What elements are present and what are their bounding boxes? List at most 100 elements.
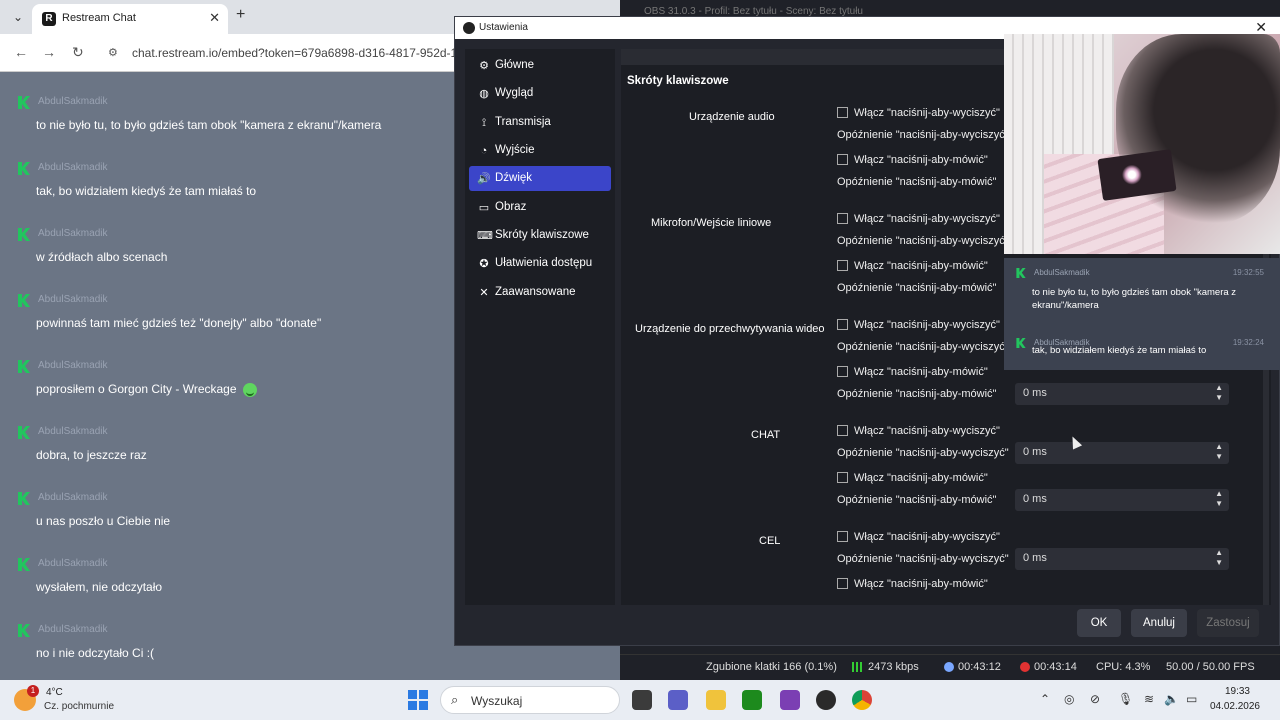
tray-muted-icon[interactable]: ⊘ — [1090, 692, 1100, 706]
overlay-time: 19:32:55 — [1232, 268, 1264, 277]
ptt-checkbox[interactable]: Włącz "naciśnij-aby-mówić" — [837, 578, 988, 594]
checkbox-box[interactable] — [837, 154, 848, 165]
chrome-icon[interactable] — [852, 690, 872, 710]
checkbox-box[interactable] — [837, 425, 848, 436]
sidebar-item-video[interactable]: ▭ Obraz — [469, 195, 611, 220]
sidebar-item-advanced[interactable]: ✕ Zaawansowane — [469, 280, 611, 305]
checkbox-box[interactable] — [837, 213, 848, 224]
restream-logo-icon — [1016, 268, 1026, 278]
url-field[interactable]: chat.restream.io/embed?token=679a6898-d3… — [132, 46, 467, 60]
tray-chevron-icon[interactable]: ⌃ — [1040, 692, 1050, 706]
spin-up-icon[interactable]: ▲ — [1215, 548, 1223, 557]
cancel-button[interactable]: Anuluj — [1131, 609, 1187, 637]
spin-up-icon[interactable]: ▲ — [1215, 442, 1223, 451]
chat-message: AbdulSakmadik dobra, to jeszcze raz — [0, 414, 454, 480]
ptm-delay-spinbox[interactable]: 0 ms ▲ ▼ — [1015, 548, 1229, 570]
ptm-checkbox[interactable]: Włącz "naciśnij-aby-wyciszyć" — [837, 531, 1000, 547]
ptt-checkbox[interactable]: Włącz "naciśnij-aby-mówić" — [837, 366, 988, 382]
sidebar-item-general[interactable]: ⚙ Główne — [469, 53, 611, 78]
clock-date[interactable]: 04.02.2026 — [1210, 701, 1260, 712]
ptt-delay-spinbox[interactable]: 0 ms ▲ ▼ — [1015, 489, 1229, 511]
spin-down-icon[interactable]: ▼ — [1215, 452, 1223, 461]
forward-icon[interactable]: → — [42, 44, 56, 60]
chat-text: powinnaś tam mieć gdzieś też "donejty" a… — [36, 316, 322, 330]
ptt-delay-label: Opóźnienie "naciśnij-aby-mówić" — [837, 176, 997, 188]
restream-logo-icon — [18, 624, 30, 637]
new-tab-icon[interactable]: + — [236, 6, 245, 24]
task-view-icon[interactable] — [632, 690, 652, 710]
ptm-delay-label: Opóźnienie "naciśnij-aby-wyciszyć" — [837, 447, 1009, 459]
group-label-video-capture: Urządzenie do przechwytywania wideo — [635, 323, 825, 335]
ptm-delay-label: Opóźnienie "naciśnij-aby-wyciszyć" — [837, 341, 1009, 353]
spin-up-icon[interactable]: ▲ — [1215, 489, 1223, 498]
brush-icon: ◍ — [479, 88, 489, 100]
overlay-text: to nie było tu, to było gdzieś tam obok … — [1032, 287, 1237, 311]
cpu-usage: CPU: 4.3% — [1096, 661, 1151, 673]
chat-text-content: poprosiłem o Gorgon City - Wreckage — [36, 382, 237, 396]
ptm-checkbox[interactable]: Włącz "naciśnij-aby-wyciszyć" — [837, 107, 1000, 123]
ptm-checkbox[interactable]: Włącz "naciśnij-aby-wyciszyć" — [837, 319, 1000, 335]
checkbox-box[interactable] — [837, 366, 848, 377]
chat-message: AbdulSakmadik powinnaś tam mieć gdzieś t… — [0, 282, 454, 348]
start-button-icon[interactable] — [408, 690, 428, 710]
checkbox-box[interactable] — [837, 107, 848, 118]
ptt-checkbox[interactable]: Włącz "naciśnij-aby-mówić" — [837, 472, 988, 488]
ptt-checkbox[interactable]: Włącz "naciśnij-aby-mówić" — [837, 154, 988, 170]
sidebar-item-output[interactable]: ◔ Wyjście — [469, 138, 611, 163]
ok-button[interactable]: OK — [1077, 609, 1121, 637]
spin-down-icon[interactable]: ▼ — [1215, 499, 1223, 508]
xbox-icon[interactable] — [742, 690, 762, 710]
site-info-icon[interactable]: ⚙ — [108, 46, 122, 60]
sidebar-item-audio[interactable]: 🔊 Dźwięk — [469, 166, 611, 191]
microphone-icon[interactable]: 🎙 — [1118, 692, 1133, 706]
volume-icon[interactable]: 🔈 — [1164, 692, 1179, 706]
reload-icon[interactable]: ↻ — [72, 44, 84, 61]
file-explorer-icon[interactable] — [706, 690, 726, 710]
sidebar-item-accessibility[interactable]: ✪ Ułatwienia dostępu — [469, 251, 611, 276]
wifi-icon[interactable]: ≋ — [1144, 692, 1154, 706]
dropped-frames: Zgubione klatki 166 (0.1%) — [706, 661, 837, 673]
ptm-delay-label: Opóźnienie "naciśnij-aby-wyciszyć" — [837, 553, 1009, 565]
clock-time[interactable]: 19:33 — [1225, 686, 1250, 697]
checkbox-box[interactable] — [837, 578, 848, 589]
ptm-checkbox[interactable]: Włącz "naciśnij-aby-wyciszyć" — [837, 213, 1000, 229]
checkbox-box[interactable] — [837, 472, 848, 483]
obs-app-icon[interactable] — [816, 690, 836, 710]
ptm-checkbox[interactable]: Włącz "naciśnij-aby-wyciszyć" — [837, 425, 1000, 441]
search-placeholder: Wyszukaj — [471, 694, 523, 708]
checkbox-box[interactable] — [837, 531, 848, 542]
teams-icon[interactable] — [668, 690, 688, 710]
chat-text: w źródłach albo scenach — [36, 250, 168, 264]
sidebar-item-label: Główne — [495, 59, 534, 71]
spin-value: 0 ms — [1023, 446, 1047, 458]
battery-icon[interactable]: ▭ — [1186, 692, 1197, 706]
back-icon[interactable]: ← — [14, 44, 28, 60]
sidebar-item-appearance[interactable]: ◍ Wygląd — [469, 81, 611, 106]
photos-icon[interactable] — [780, 690, 800, 710]
spin-up-icon[interactable]: ▲ — [1215, 383, 1223, 392]
obs-logo-icon — [463, 22, 475, 34]
sidebar-item-hotkeys[interactable]: ⌨ Skróty klawiszowe — [469, 223, 611, 248]
chat-text: wysłałem, nie odczytało — [36, 580, 163, 594]
spin-down-icon[interactable]: ▼ — [1215, 393, 1223, 402]
sidebar-item-stream[interactable]: ⟟ Transmisja — [469, 110, 611, 135]
tab-title: Restream Chat — [62, 12, 136, 24]
ptt-delay-label: Opóźnienie "naciśnij-aby-mówić" — [837, 388, 997, 400]
overlay-message: AbdulSakmadik 19:32:24 tak, bo widziałem… — [1004, 328, 1280, 384]
gear-icon: ⚙ — [479, 60, 489, 72]
tray-app-icon[interactable]: ◎ — [1064, 692, 1074, 706]
tab-close-icon[interactable]: ✕ — [209, 10, 220, 26]
tab-search-icon[interactable]: ⌄ — [8, 8, 28, 26]
ptm-delay-spinbox[interactable]: 0 ms ▲ ▼ — [1015, 442, 1229, 464]
rec-time: 00:43:14 — [1034, 661, 1077, 673]
spin-down-icon[interactable]: ▼ — [1215, 558, 1223, 567]
apply-button[interactable]: Zastosuj — [1197, 609, 1259, 637]
checkbox-box[interactable] — [837, 260, 848, 271]
overlay-text: tak, bo widziałem kiedyś że tam miałaś t… — [1032, 345, 1207, 356]
checkbox-label: Włącz "naciśnij-aby-mówić" — [854, 154, 988, 166]
ptt-delay-spinbox[interactable]: 0 ms ▲ ▼ — [1015, 383, 1229, 405]
taskbar-search[interactable]: ⌕ Wyszukaj — [440, 686, 620, 714]
browser-tab[interactable]: R Restream Chat ✕ — [32, 4, 228, 34]
ptt-checkbox[interactable]: Włącz "naciśnij-aby-mówić" — [837, 260, 988, 276]
checkbox-box[interactable] — [837, 319, 848, 330]
